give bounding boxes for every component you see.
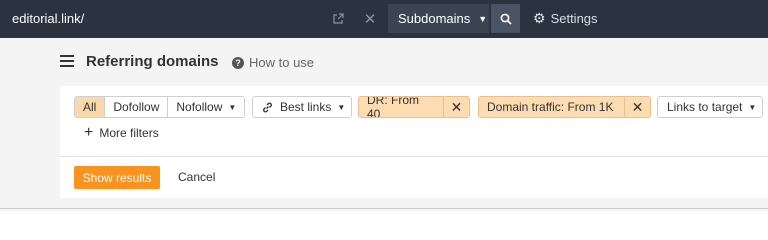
external-link-icon[interactable] xyxy=(324,4,352,33)
mode-label: Subdomains xyxy=(398,11,471,26)
how-to-use-label: How to use xyxy=(249,55,315,70)
filter-dofollow[interactable]: Dofollow xyxy=(104,97,168,117)
chevron-down-icon: ▼ xyxy=(478,13,488,24)
link-icon xyxy=(263,102,272,112)
filter-all[interactable]: All xyxy=(75,97,105,117)
more-filters-label: More filters xyxy=(99,126,159,140)
links-to-target-dropdown[interactable]: Links to target ▼ xyxy=(657,96,763,118)
chevron-down-icon: ▼ xyxy=(748,102,757,112)
best-links-label: Best links xyxy=(280,100,332,114)
show-results-button[interactable]: Show results xyxy=(74,166,160,189)
search-button[interactable] xyxy=(491,4,520,33)
mode-dropdown[interactable]: Subdomains ▼ xyxy=(388,4,489,33)
chevron-down-icon: ▼ xyxy=(228,102,237,112)
divider xyxy=(60,156,768,157)
clear-url-icon[interactable]: ✕ xyxy=(353,4,387,33)
plus-icon: + xyxy=(84,124,94,141)
filter-nofollow[interactable]: Nofollow ▼ xyxy=(167,97,245,117)
how-to-use-link[interactable]: ? How to use xyxy=(232,55,314,70)
settings-button[interactable]: ⚙ Settings xyxy=(533,4,598,33)
gear-icon: ⚙ xyxy=(533,10,546,26)
close-icon[interactable]: ✕ xyxy=(624,97,650,117)
nofollow-label: Nofollow xyxy=(176,100,223,114)
best-links-dropdown[interactable]: Best links ▼ xyxy=(252,96,352,118)
cancel-button[interactable]: Cancel xyxy=(178,170,215,184)
settings-label: Settings xyxy=(550,11,598,26)
search-icon xyxy=(500,13,512,25)
divider xyxy=(0,208,768,209)
more-filters-button[interactable]: + More filters xyxy=(84,124,159,141)
menu-icon[interactable] xyxy=(60,55,74,67)
dr-filter-label: DR: From 40 xyxy=(367,96,419,118)
dr-filter-chip[interactable]: DR: From 40 ✕ xyxy=(358,96,470,118)
links-to-target-label: Links to target xyxy=(667,100,743,114)
page-title: Referring domains xyxy=(86,53,219,70)
close-icon[interactable]: ✕ xyxy=(443,97,469,117)
chevron-down-icon: ▼ xyxy=(337,102,346,112)
traffic-filter-chip[interactable]: Domain traffic: From 1K ✕ xyxy=(478,96,651,118)
traffic-filter-label: Domain traffic: From 1K xyxy=(487,100,614,114)
link-type-filter: All Dofollow Nofollow ▼ xyxy=(74,96,246,118)
help-icon: ? xyxy=(232,56,244,69)
